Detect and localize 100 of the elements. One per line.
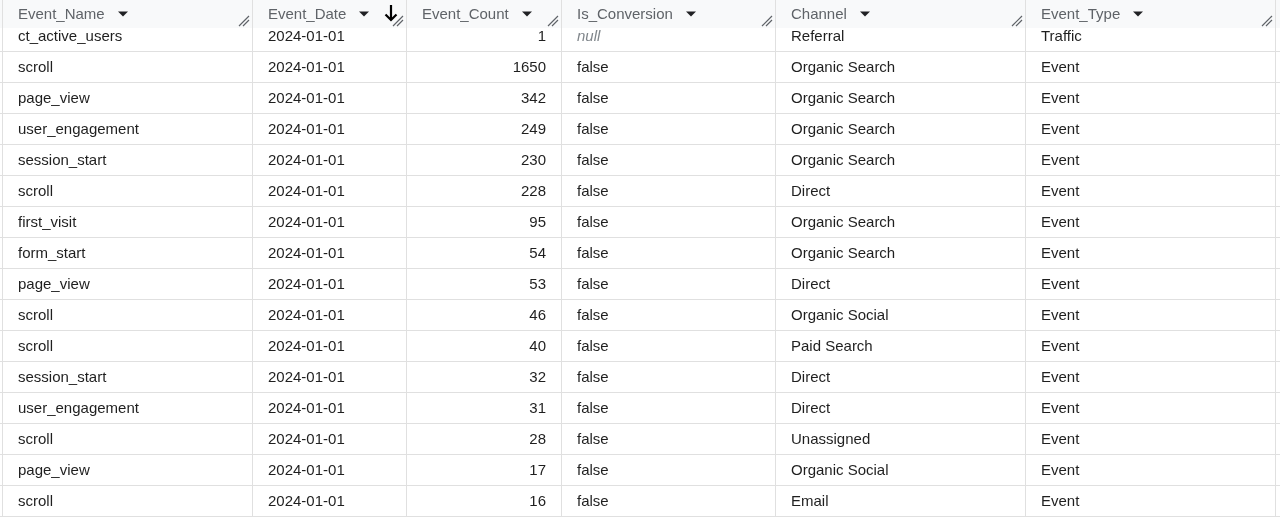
table-cell-text: false [577, 211, 609, 232]
table-cell-text: page_view [18, 87, 90, 108]
column-header-label: Event_Type [1041, 3, 1121, 24]
resize-handle-icon[interactable] [238, 15, 250, 27]
table-cell-text: 2024-01-01 [268, 211, 345, 232]
caret-icon[interactable] [684, 10, 697, 18]
table-cell-text: Organic Social [791, 304, 889, 325]
table-cell-text: Direct [791, 366, 831, 387]
table-cell-text: 230 [520, 149, 546, 170]
caret-icon[interactable] [520, 10, 533, 18]
table-cell-text: Event [1041, 397, 1080, 418]
table-cell-text: 2024-01-01 [268, 25, 345, 46]
table-cell-text: 54 [529, 242, 546, 263]
table-cell-text: scroll [18, 304, 53, 325]
table-cell-text: Event [1041, 428, 1080, 449]
table-cell-text: 32 [529, 366, 546, 387]
table-cell-text: false [577, 180, 609, 201]
table-cell-text: 95 [529, 211, 546, 232]
table-cell-text: 2024-01-01 [268, 149, 345, 170]
table-cell-text: 2024-01-01 [268, 242, 345, 263]
sort-descending-icon[interactable] [384, 4, 398, 22]
table-cell-text: Email [791, 490, 829, 511]
table-cell-text: false [577, 397, 609, 418]
table-cell-text: false [577, 428, 609, 449]
table-cell-text: scroll [18, 428, 53, 449]
resize-handle-icon[interactable] [1011, 15, 1023, 27]
table-cell-text: 2024-01-01 [268, 273, 345, 294]
column-header-label: Channel [791, 3, 847, 24]
table-cell-text: Event [1041, 273, 1080, 294]
resize-handle-icon[interactable] [392, 15, 404, 27]
table-cell-text: Direct [791, 397, 831, 418]
table-cell-text: first_visit [18, 211, 77, 232]
table-cell-text: 342 [520, 87, 546, 108]
table-cell-text: scroll [18, 490, 53, 511]
table-cell-text: scroll [18, 56, 53, 77]
caret-icon[interactable] [1132, 10, 1145, 18]
table-cell-text: 1 [537, 25, 546, 46]
table-cell-text: 2024-01-01 [268, 118, 345, 139]
table-cell-text: 1650 [512, 56, 546, 77]
table-cell-text: 2024-01-01 [268, 366, 345, 387]
table-cell-text: Event [1041, 459, 1080, 480]
caret-icon[interactable] [358, 10, 371, 18]
table-cell-text: Unassigned [791, 428, 871, 449]
table-cell-text: Event [1041, 149, 1080, 170]
table-cell-text: session_start [18, 366, 107, 387]
table-cell-text: 2024-01-01 [268, 428, 345, 449]
table-cell-text: false [577, 149, 609, 170]
table-cell-text: Event [1041, 242, 1080, 263]
table-cell-text: Paid Search [791, 335, 873, 356]
table-cell-text: 249 [520, 118, 546, 139]
resize-handle-icon[interactable] [761, 15, 773, 27]
resize-handle-icon[interactable] [1261, 15, 1273, 27]
table-cell-text: Organic Search [791, 211, 896, 232]
table-cell-text: Event [1041, 87, 1080, 108]
table-cell-text: Referral [791, 25, 845, 46]
table-cell-text: Direct [791, 273, 831, 294]
table-cell-text: false [577, 335, 609, 356]
table-cell-text: ct_active_users [18, 25, 123, 46]
table-cell-text: Organic Search [791, 242, 896, 263]
caret-icon[interactable] [116, 10, 129, 18]
column-header-label: Event_Name [18, 3, 105, 24]
table-cell-text: Event [1041, 335, 1080, 356]
table-cell-text: 2024-01-01 [268, 335, 345, 356]
table-cell-text: Event [1041, 490, 1080, 511]
resize-handle-icon[interactable] [547, 15, 559, 27]
table-cell-text: false [577, 118, 609, 139]
table-cell-text: 28 [529, 428, 546, 449]
table-cell-text: scroll [18, 180, 53, 201]
table-cell-text: 228 [520, 180, 546, 201]
column-header-label: Event_Date [268, 3, 347, 24]
table-cell-text: 2024-01-01 [268, 459, 345, 480]
table-cell-text: page_view [18, 459, 90, 480]
table-cell-text: false [577, 273, 609, 294]
table-cell-text: session_start [18, 149, 107, 170]
table-cell-text: scroll [18, 335, 53, 356]
table-cell-text: false [577, 242, 609, 263]
table-cell-text: 53 [529, 273, 546, 294]
table-cell-text: 46 [529, 304, 546, 325]
table-cell-text: 2024-01-01 [268, 490, 345, 511]
table-cell-text: 17 [529, 459, 546, 480]
null-value: null [577, 25, 601, 46]
table-cell-text: false [577, 304, 609, 325]
table-cell-text: Organic Social [791, 459, 889, 480]
table-cell-text: false [577, 490, 609, 511]
table-cell-text: Event [1041, 211, 1080, 232]
table-cell-text: page_view [18, 273, 90, 294]
caret-icon[interactable] [858, 10, 871, 18]
table-cell-text: Organic Search [791, 118, 896, 139]
table-cell-text: Event [1041, 366, 1080, 387]
table-cell-text: false [577, 56, 609, 77]
table-cell-text: Organic Search [791, 56, 896, 77]
table-cell-text: 2024-01-01 [268, 87, 345, 108]
table-cell-text: false [577, 87, 609, 108]
table-cell-text: Traffic [1041, 25, 1082, 46]
table-cell-text: 40 [529, 335, 546, 356]
table-cell-text: 16 [529, 490, 546, 511]
table-cell-text: 31 [529, 397, 546, 418]
table-cell-text: 2024-01-01 [268, 304, 345, 325]
table-cell-text: Event [1041, 56, 1080, 77]
table-cell-text: 2024-01-01 [268, 397, 345, 418]
